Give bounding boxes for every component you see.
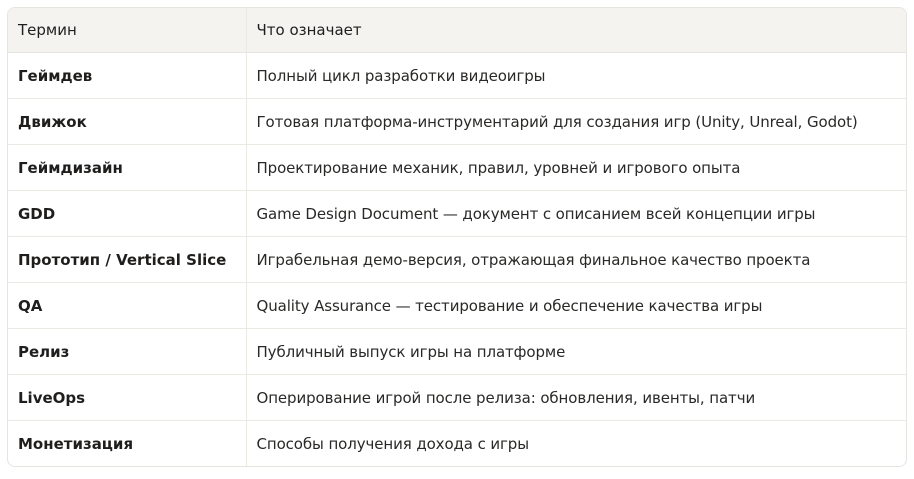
table-row: Геймдизайн Проектирование механик, прави… (8, 144, 906, 191)
term-cell: LiveOps (8, 374, 247, 421)
table-row: GDD Game Design Document — документ с оп… (8, 190, 906, 237)
table-row: Релиз Публичный выпуск игры на платформе (8, 328, 906, 375)
term-cell: Движок (8, 98, 247, 145)
table-row: Монетизация Способы получения дохода с и… (8, 420, 906, 466)
header-meaning: Что означает (246, 8, 906, 53)
term-cell: Монетизация (8, 420, 247, 466)
meaning-cell: Играбельная демо-версия, отражающая фина… (246, 236, 906, 283)
table-row: Геймдев Полный цикл разработки видеоигры (8, 52, 906, 99)
meaning-cell: Полный цикл разработки видеоигры (246, 52, 906, 99)
table-body: Геймдев Полный цикл разработки видеоигры… (8, 52, 906, 466)
meaning-cell: Quality Assurance — тестирование и обесп… (246, 282, 906, 329)
header-term: Термин (8, 8, 247, 53)
meaning-cell: Проектирование механик, правил, уровней … (246, 144, 906, 191)
term-cell: Релиз (8, 328, 247, 375)
term-cell: QA (8, 282, 247, 329)
table-row: QA Quality Assurance — тестирование и об… (8, 282, 906, 329)
table-row: LiveOps Оперирование игрой после релиза:… (8, 374, 906, 421)
glossary-table: Термин Что означает Геймдев Полный цикл … (8, 8, 906, 466)
meaning-cell: Публичный выпуск игры на платформе (246, 328, 906, 375)
meaning-cell: Оперирование игрой после релиза: обновле… (246, 374, 906, 421)
term-cell: GDD (8, 190, 247, 237)
table-header: Термин Что означает (8, 8, 906, 53)
term-cell: Геймдев (8, 52, 247, 99)
term-cell: Прототип / Vertical Slice (8, 236, 247, 283)
header-row: Термин Что означает (8, 8, 906, 53)
table-row: Прототип / Vertical Slice Играбельная де… (8, 236, 906, 283)
term-cell: Геймдизайн (8, 144, 247, 191)
meaning-cell: Способы получения дохода с игры (256, 434, 530, 453)
glossary-table-container: Термин Что означает Геймдев Полный цикл … (7, 7, 907, 467)
meaning-cell: Готовая платформа-инструментарий для соз… (246, 98, 906, 145)
table-row: Движок Готовая платформа-инструментарий … (8, 98, 906, 145)
meaning-cell: Game Design Document — документ с описан… (246, 190, 906, 237)
